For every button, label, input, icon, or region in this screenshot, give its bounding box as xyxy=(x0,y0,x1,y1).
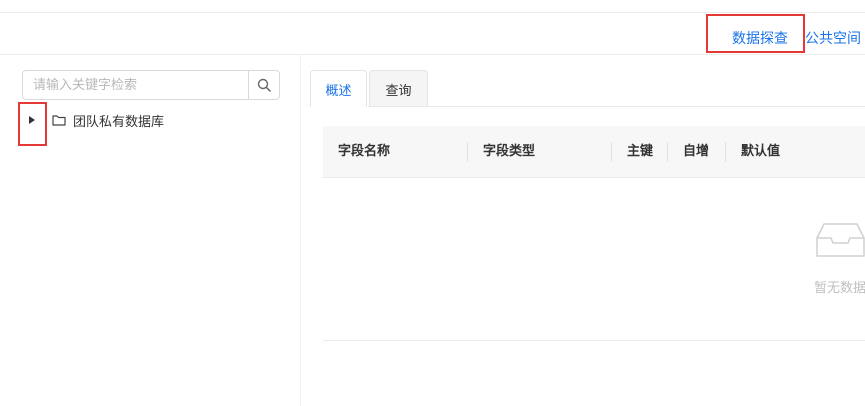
tabs-underline xyxy=(368,106,865,107)
top-divider xyxy=(0,12,865,13)
tab-query[interactable]: 查询 xyxy=(369,70,428,107)
table-header: 字段名称 字段类型 主键 自增 默认值 xyxy=(323,126,865,178)
column-separator xyxy=(611,142,612,162)
column-header-field-type: 字段类型 xyxy=(483,144,536,159)
search-icon xyxy=(257,78,271,92)
nav-public-space-link[interactable]: 公共空间 xyxy=(805,28,861,48)
header-divider xyxy=(0,54,865,55)
highlight-box-caret xyxy=(18,102,47,146)
column-header-default-value: 默认值 xyxy=(741,144,781,159)
highlight-box-nav xyxy=(706,14,805,53)
empty-state-text: 暂无数据 xyxy=(814,281,865,296)
tree-node-label: 团队私有数据库 xyxy=(73,114,165,130)
column-separator xyxy=(725,142,726,162)
search-input[interactable] xyxy=(23,71,248,99)
empty-inbox-icon xyxy=(816,222,865,262)
column-header-auto-increment: 自增 xyxy=(683,144,710,159)
tab-overview[interactable]: 概述 xyxy=(310,70,367,107)
column-separator xyxy=(467,142,468,162)
column-separator xyxy=(667,142,668,162)
tabs-bar: 概述 查询 xyxy=(310,70,428,107)
table-bottom-border xyxy=(323,340,865,341)
search-button[interactable] xyxy=(248,71,279,99)
column-header-primary-key: 主键 xyxy=(627,144,654,159)
column-header-field-name: 字段名称 xyxy=(338,144,391,159)
search-box xyxy=(22,70,280,100)
folder-icon xyxy=(52,114,66,126)
left-panel-divider xyxy=(300,55,301,406)
